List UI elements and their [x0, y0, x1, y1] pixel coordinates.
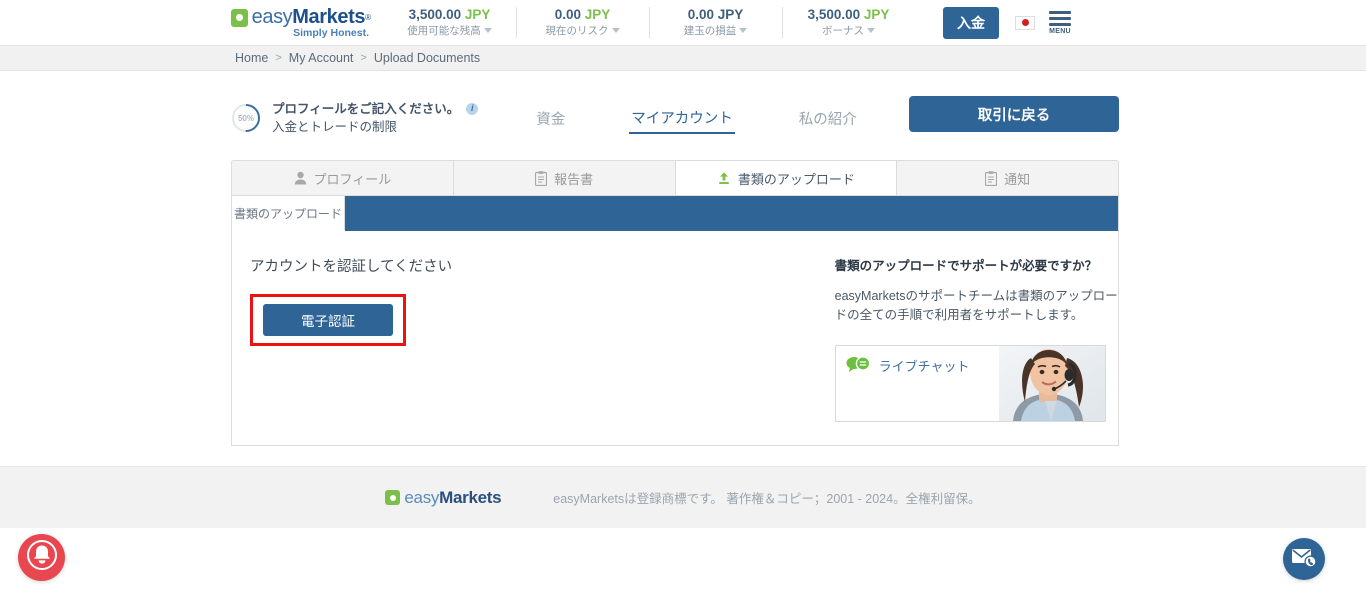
clipboard-icon — [985, 171, 997, 186]
tab-notifications-label: 通知 — [1004, 169, 1030, 188]
metric-label: ボーナス — [822, 25, 864, 37]
breadcrumb: Home > My Account > Upload Documents — [0, 45, 1366, 71]
metric-label: 使用可能な残高 — [407, 25, 481, 37]
menu-label: MENU — [1049, 28, 1071, 35]
upload-icon — [717, 171, 731, 185]
card-header: 書類のアップロード — [232, 196, 1118, 231]
profile-restriction-text: 入金とトレードの制限 — [272, 118, 478, 136]
logo-mark-icon — [231, 9, 248, 27]
top-header: easyMarkets® Simply Honest. 3,500.00 JPY… — [0, 0, 1366, 45]
breadcrumb-item-home[interactable]: Home — [235, 51, 268, 65]
electronic-verification-button[interactable]: 電子認証 — [263, 304, 393, 336]
page-footer: easyMarkets easyMarketsは登録商標です。 著作権＆コピー；… — [0, 466, 1366, 528]
account-section-tabs: プロフィール 報告書 書類のアップロード 通知 — [231, 160, 1119, 196]
support-agent-photo — [999, 345, 1105, 421]
profile-summary-row: 50% プロフィールをご記入ください。 i 入金とトレードの制限 資金 マイアカ… — [231, 92, 1119, 144]
metric-bonus[interactable]: 3,500.00 JPY ボーナス — [782, 5, 915, 40]
footer-logo-easy: easy — [404, 488, 439, 508]
japan-flag-icon[interactable] — [1015, 16, 1035, 30]
metric-currency: JPY — [864, 7, 890, 22]
verification-column: アカウントを認証してください 電子認証 — [232, 255, 835, 422]
tab-statements[interactable]: 報告書 — [454, 161, 676, 195]
tab-upload-documents[interactable]: 書類のアップロード — [676, 161, 898, 195]
live-chat-link[interactable]: ライブチャット — [846, 355, 970, 376]
footer-copyright: easyMarketsは登録商標です。 著作権＆コピー；2001 - 2024。… — [553, 488, 980, 507]
metric-currency: JPY — [585, 7, 611, 22]
clipboard-icon — [535, 171, 547, 186]
metric-open-pnl[interactable]: 0.00 JPY 建玉の損益 — [649, 5, 782, 40]
verify-button-highlight: 電子認証 — [250, 294, 406, 346]
footer-logo-markets: Markets — [439, 488, 501, 508]
chat-bubble-icon — [846, 355, 872, 376]
person-icon — [294, 171, 307, 185]
contact-mail-button[interactable] — [1283, 538, 1325, 580]
tab-upload-documents-label: 書類のアップロード — [738, 169, 855, 188]
tab-statements-label: 報告書 — [554, 169, 593, 188]
logo-tagline: Simply Honest. — [231, 27, 371, 39]
logo-registered-mark: ® — [365, 13, 371, 22]
bell-icon — [25, 538, 59, 577]
hamburger-icon — [1049, 11, 1071, 26]
tab-notifications[interactable]: 通知 — [897, 161, 1118, 195]
breadcrumb-separator: > — [275, 52, 281, 64]
metric-label: 建玉の損益 — [684, 25, 737, 37]
live-chat-banner[interactable]: ライブチャット — [835, 345, 1106, 422]
envelope-phone-icon — [1291, 546, 1317, 573]
metric-currency: JPY — [465, 7, 491, 22]
support-heading: 書類のアップロードでサポートが必要ですか？ — [835, 255, 1118, 274]
profile-progress-ring: 50% — [231, 103, 261, 133]
nav-tab-my-referrals[interactable]: 私の紹介 — [797, 104, 859, 133]
profile-complete-prompt: プロフィールをご記入ください。 — [272, 100, 459, 118]
menu-button[interactable]: MENU — [1049, 11, 1071, 35]
metric-available-balance[interactable]: 3,500.00 JPY 使用可能な残高 — [383, 5, 516, 40]
chevron-down-icon[interactable] — [612, 28, 620, 33]
nav-tab-funds[interactable]: 資金 — [534, 104, 567, 133]
card-header-bar — [345, 196, 1118, 231]
logo-text-easy: easy — [252, 6, 293, 29]
support-column: 書類のアップロードでサポートが必要ですか？ easyMarketsのサポートチー… — [835, 255, 1118, 422]
metric-value: 0.00 — [688, 7, 714, 22]
breadcrumb-item-my-account[interactable]: My Account — [289, 51, 354, 65]
metric-value: 3,500.00 — [808, 7, 861, 22]
info-icon[interactable]: i — [466, 103, 478, 115]
profile-summary-text: プロフィールをご記入ください。 i 入金とトレードの制限 — [272, 100, 478, 136]
account-metrics: 3,500.00 JPY 使用可能な残高 0.00 JPY 現在のリスク 0.0… — [383, 5, 915, 40]
header-actions: 入金 MENU — [943, 7, 1071, 39]
card-body: アカウントを認証してください 電子認証 書類のアップロードでサポートが必要ですか… — [232, 231, 1118, 422]
back-to-trading-button[interactable]: 取引に戻る — [909, 96, 1119, 132]
tab-profile-label: プロフィール — [314, 169, 392, 188]
metric-current-risk[interactable]: 0.00 JPY 現在のリスク — [516, 5, 649, 40]
metric-currency: JPY — [718, 7, 744, 22]
logo-easymarkets[interactable]: easyMarkets® Simply Honest. — [231, 6, 371, 39]
metric-label: 現在のリスク — [546, 25, 609, 37]
verify-account-heading: アカウントを認証してください — [250, 255, 835, 276]
nav-tab-my-account[interactable]: マイアカウント — [629, 103, 735, 134]
chevron-down-icon[interactable] — [739, 28, 747, 33]
footer-logo: easyMarkets — [385, 488, 501, 508]
deposit-button[interactable]: 入金 — [943, 7, 999, 39]
profile-progress-percent: 50% — [231, 103, 261, 133]
upload-documents-card: 書類のアップロード アカウントを認証してください 電子認証 書類のアップロードで… — [231, 196, 1119, 446]
footer-logo-mark-icon — [385, 490, 400, 505]
notification-bell-button[interactable] — [18, 534, 65, 581]
tab-profile[interactable]: プロフィール — [232, 161, 454, 195]
chevron-down-icon[interactable] — [867, 28, 875, 33]
account-nav-tabs: 資金 マイアカウント 私の紹介 — [534, 103, 921, 134]
breadcrumb-separator: > — [360, 52, 366, 64]
live-chat-label: ライブチャット — [879, 356, 970, 375]
card-panel-tab[interactable]: 書類のアップロード — [232, 196, 345, 231]
page-root: easyMarkets® Simply Honest. 3,500.00 JPY… — [0, 0, 1366, 599]
metric-value: 3,500.00 — [409, 7, 462, 22]
chevron-down-icon[interactable] — [484, 28, 492, 33]
metric-value: 0.00 — [555, 7, 581, 22]
logo-text-markets: Markets — [292, 6, 365, 29]
breadcrumb-item-upload-documents[interactable]: Upload Documents — [374, 51, 480, 65]
support-body-text: easyMarketsのサポートチームは書類のアップロードの全ての手順で利用者を… — [835, 287, 1118, 326]
